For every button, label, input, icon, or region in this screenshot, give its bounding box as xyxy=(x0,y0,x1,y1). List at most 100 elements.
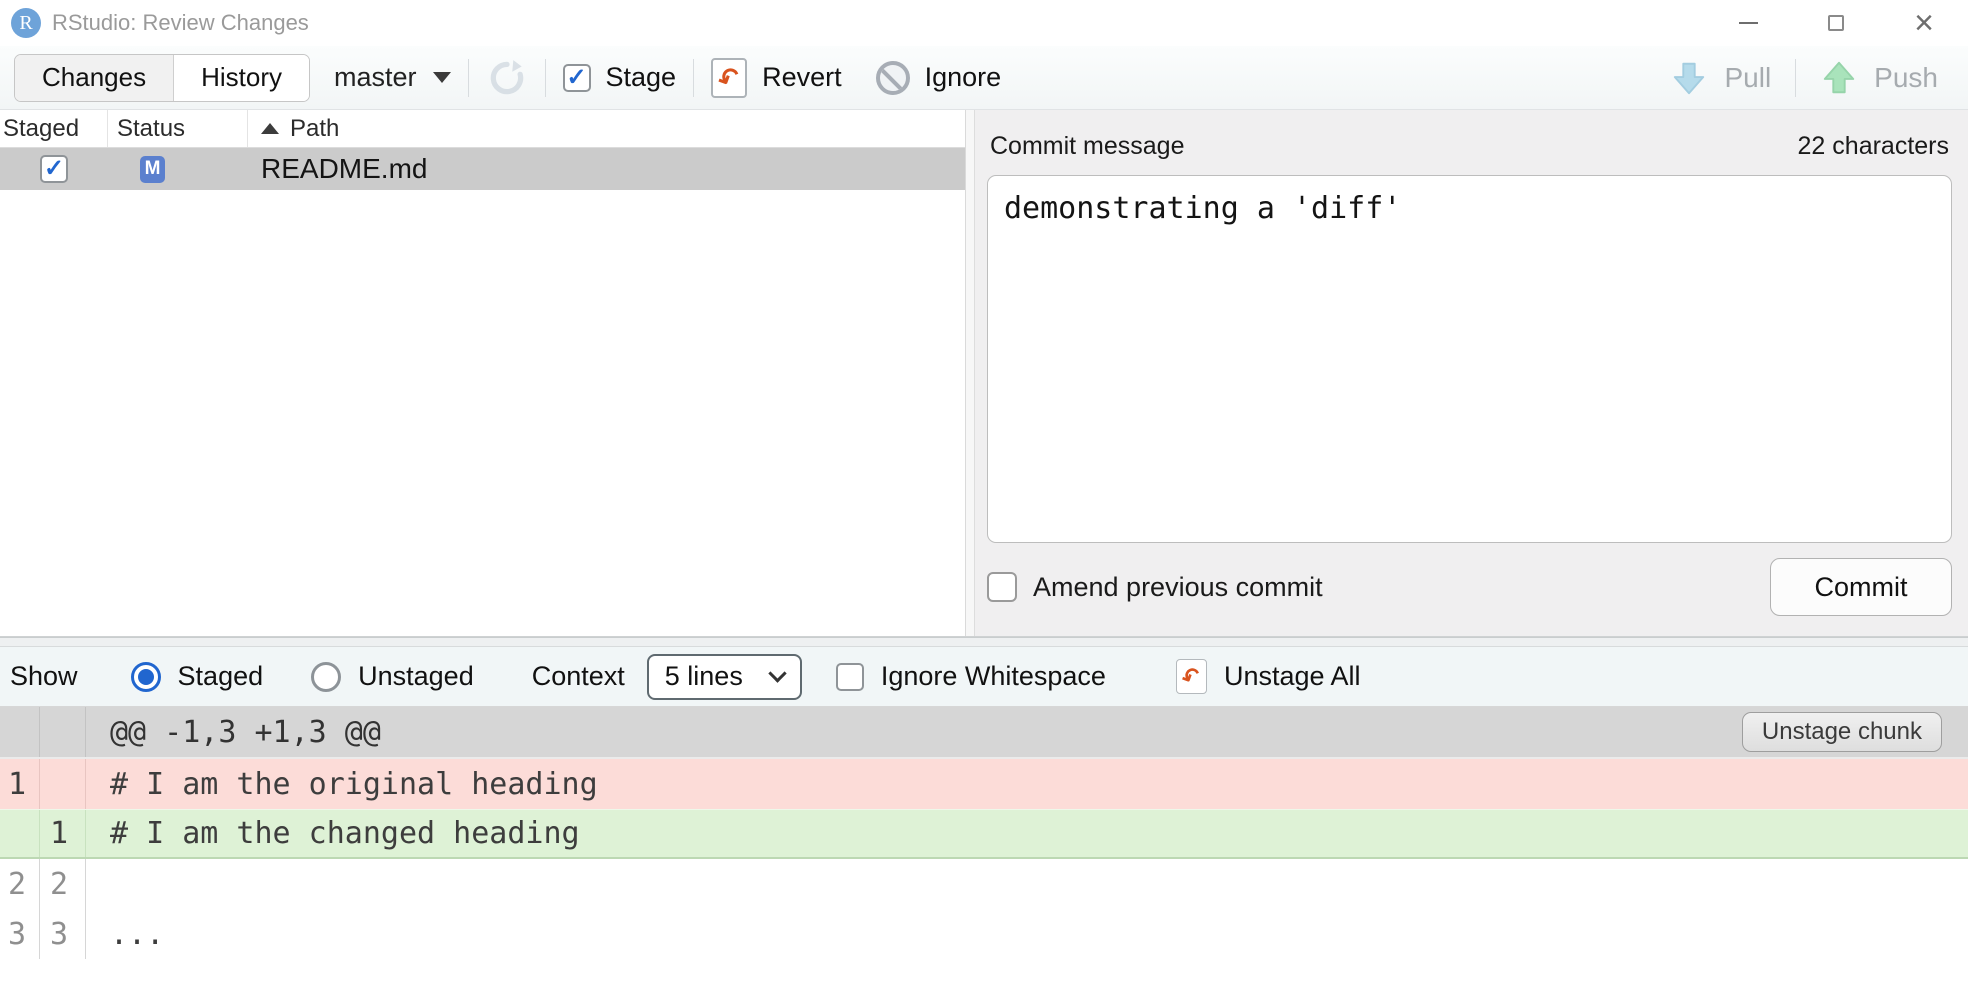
file-staged-cell: ✓ xyxy=(0,148,108,190)
maximize-button[interactable] xyxy=(1792,0,1880,46)
tab-history[interactable]: History xyxy=(173,55,309,101)
diff-line-text: # I am the changed heading xyxy=(86,810,1968,857)
show-label: Show xyxy=(10,661,78,692)
diff-toolbar: Show Staged Unstaged Context 5 lines Ign… xyxy=(0,647,1968,707)
context-label: Context xyxy=(532,661,625,692)
new-line-number xyxy=(40,759,86,809)
vertical-splitter[interactable] xyxy=(966,110,975,636)
unstage-chunk-button[interactable]: Unstage chunk xyxy=(1742,712,1942,752)
toolbar-separator xyxy=(468,59,469,97)
commit-header: Commit message 22 characters xyxy=(987,132,1952,161)
toolbar-separator xyxy=(545,59,546,97)
file-list-header: Staged Status Path xyxy=(0,110,965,148)
minimize-button[interactable] xyxy=(1704,0,1792,46)
column-header-status[interactable]: Status xyxy=(108,110,248,147)
pull-arrow-icon[interactable] xyxy=(1670,59,1708,97)
file-path: README.md xyxy=(248,148,965,190)
old-line-gutter xyxy=(0,707,40,757)
radio-unstaged-label[interactable]: Unstaged xyxy=(358,661,474,692)
unstage-all-icon-box: ↶ xyxy=(1176,659,1207,694)
modified-status-badge: M xyxy=(140,156,165,183)
sort-ascending-icon xyxy=(261,123,279,134)
column-header-path-label: Path xyxy=(290,115,339,143)
commit-button[interactable]: Commit xyxy=(1770,558,1952,616)
old-line-number: 2 xyxy=(0,859,40,909)
hunk-header-text: @@ -1,3 +1,3 @@ xyxy=(86,707,1742,757)
character-count: 22 characters xyxy=(1798,132,1949,161)
new-line-number: 3 xyxy=(40,909,86,959)
commit-panel: Commit message 22 characters demonstrati… xyxy=(975,110,1968,636)
unstage-all-button[interactable]: ↶ Unstage All xyxy=(1176,659,1361,694)
maximize-icon xyxy=(1828,15,1844,31)
diff-view: @@ -1,3 +1,3 @@ Unstage chunk 1 # I am t… xyxy=(0,707,1968,1008)
revert-arrow-icon: ↶ xyxy=(1178,663,1204,691)
revert-label: Revert xyxy=(762,62,842,93)
diff-line-text: ... xyxy=(86,909,1968,959)
column-header-staged[interactable]: Staged xyxy=(0,110,108,147)
window-controls: × xyxy=(1704,0,1968,46)
title-bar: R RStudio: Review Changes × xyxy=(0,0,1968,46)
radio-unstaged[interactable] xyxy=(311,662,341,692)
old-line-number xyxy=(0,810,40,857)
chevron-down-icon xyxy=(768,664,786,682)
new-line-gutter xyxy=(40,707,86,757)
old-line-number: 3 xyxy=(0,909,40,959)
main-panels: Staged Status Path ✓ M README.md xyxy=(0,110,1968,637)
hunk-header-row: @@ -1,3 +1,3 @@ Unstage chunk xyxy=(0,707,1968,759)
toolbar-separator xyxy=(693,59,694,97)
ignore-label: Ignore xyxy=(925,62,1002,93)
check-icon: ✓ xyxy=(44,157,64,181)
branch-dropdown[interactable]: master xyxy=(334,62,451,93)
window-title: RStudio: Review Changes xyxy=(52,10,309,36)
column-header-path[interactable]: Path xyxy=(248,110,965,147)
ignore-whitespace-checkbox[interactable] xyxy=(836,663,864,691)
view-tabs: Changes History xyxy=(14,54,310,102)
diff-line-context[interactable]: 3 3 ... xyxy=(0,909,1968,959)
context-select[interactable]: 5 lines xyxy=(647,654,802,700)
file-status-cell: M xyxy=(108,148,248,190)
radio-staged[interactable] xyxy=(131,662,161,692)
diff-line-deleted[interactable]: 1 # I am the original heading xyxy=(0,759,1968,809)
radio-dot xyxy=(138,669,154,685)
ignore-button[interactable] xyxy=(876,61,910,95)
file-row-readme[interactable]: ✓ M README.md xyxy=(0,148,965,190)
file-staged-checkbox[interactable]: ✓ xyxy=(40,155,68,183)
commit-footer: Amend previous commit Commit xyxy=(987,558,1952,616)
push-arrow-icon[interactable] xyxy=(1820,59,1858,97)
new-line-number: 2 xyxy=(40,859,86,909)
main-toolbar: Changes History master ✓ Stage ↶ Revert … xyxy=(0,46,1968,110)
tab-changes[interactable]: Changes xyxy=(15,55,173,101)
old-line-number: 1 xyxy=(0,759,40,809)
review-changes-window: R RStudio: Review Changes × Changes Hist… xyxy=(0,0,1968,1008)
toolbar-separator xyxy=(1795,59,1796,97)
push-pull-group: Pull Push xyxy=(1670,59,1938,97)
minimize-icon xyxy=(1739,22,1758,24)
ignore-whitespace-label: Ignore Whitespace xyxy=(881,661,1106,692)
context-value: 5 lines xyxy=(665,661,743,692)
diff-line-text xyxy=(86,859,1968,909)
diff-line-text: # I am the original heading xyxy=(86,759,1968,809)
push-label[interactable]: Push xyxy=(1874,62,1938,94)
diff-line-added[interactable]: 1 # I am the changed heading xyxy=(0,809,1968,859)
branch-name: master xyxy=(334,62,417,93)
close-button[interactable]: × xyxy=(1880,0,1968,46)
revert-button[interactable]: ↶ xyxy=(711,58,747,98)
check-icon: ✓ xyxy=(566,66,586,90)
file-list-panel: Staged Status Path ✓ M README.md xyxy=(0,110,966,636)
amend-checkbox[interactable] xyxy=(987,572,1017,602)
radio-staged-label[interactable]: Staged xyxy=(178,661,264,692)
refresh-button[interactable] xyxy=(486,57,528,99)
stage-checkbox[interactable]: ✓ xyxy=(563,64,591,92)
diff-line-context[interactable]: 2 2 xyxy=(0,859,1968,909)
revert-arrow-icon: ↶ xyxy=(714,61,745,94)
commit-message-input[interactable]: demonstrating a 'diff' xyxy=(987,175,1952,543)
unstage-all-label: Unstage All xyxy=(1224,661,1361,692)
horizontal-splitter[interactable] xyxy=(0,637,1968,647)
rstudio-logo-icon: R xyxy=(11,8,41,38)
amend-label: Amend previous commit xyxy=(1033,572,1323,603)
commit-message-label: Commit message xyxy=(990,132,1185,161)
pull-label[interactable]: Pull xyxy=(1724,62,1771,94)
new-line-number: 1 xyxy=(40,810,86,857)
stage-label: Stage xyxy=(606,62,677,93)
close-icon: × xyxy=(1914,6,1934,40)
